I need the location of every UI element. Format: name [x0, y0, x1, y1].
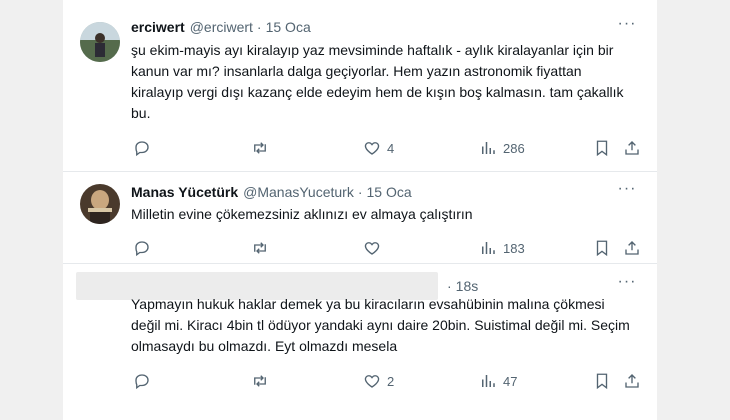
retweet-button[interactable]: [251, 370, 269, 392]
like-button[interactable]: 4: [363, 137, 394, 159]
tweet-manas-yuceturk[interactable]: Manas Yücetürk @ManasYuceturk · 15 Oca ·…: [63, 172, 657, 264]
bookmark-button[interactable]: [593, 237, 611, 259]
bookmark-icon: [596, 240, 608, 257]
heart-icon: [364, 142, 380, 155]
avatar-manas-yuceturk[interactable]: [80, 184, 120, 224]
views-icon: [482, 375, 495, 387]
tweet-header: Manas Yücetürk @ManasYuceturk · 15 Oca: [131, 182, 412, 202]
reply-button[interactable]: [133, 237, 151, 259]
view-count: 286: [503, 140, 525, 156]
tweet-actions: 183: [123, 237, 643, 259]
like-count: 4: [387, 140, 395, 156]
separator-dot: ·: [256, 19, 262, 35]
tweet-text: Milletin evine çökemezsiniz aklınızı ev …: [131, 206, 473, 222]
share-button[interactable]: [623, 370, 641, 392]
more-options-icon[interactable]: ···: [617, 274, 637, 295]
tweet-header: erciwert @erciwert · 15 Oca: [131, 17, 311, 37]
more-options-icon[interactable]: ···: [617, 181, 637, 202]
reply-icon: [135, 241, 149, 257]
heart-icon: [364, 242, 380, 255]
view-count: 47: [503, 373, 518, 389]
retweet-icon: [254, 375, 266, 387]
timestamp[interactable]: 15 Oca: [266, 19, 311, 35]
views-button[interactable]: 183: [479, 237, 525, 259]
reply-button[interactable]: [133, 370, 151, 392]
reply-icon: [135, 141, 149, 157]
tweet-header: · 18s: [443, 276, 478, 296]
views-icon: [482, 142, 495, 154]
bookmark-icon: [596, 140, 608, 157]
retweet-button[interactable]: [251, 137, 269, 159]
like-button[interactable]: [363, 237, 381, 259]
reply-icon: [135, 374, 149, 390]
share-icon: [625, 241, 639, 255]
view-count: 183: [503, 240, 525, 256]
tweet-actions: 4 286: [123, 137, 643, 159]
reply-button[interactable]: [133, 137, 151, 159]
timestamp[interactable]: 18s: [456, 278, 479, 294]
bookmark-button[interactable]: [593, 370, 611, 392]
retweet-icon: [254, 142, 266, 154]
display-name[interactable]: Manas Yücetürk: [131, 184, 238, 200]
user-handle[interactable]: @ManasYuceturk: [243, 184, 354, 200]
bookmark-button[interactable]: [593, 137, 611, 159]
timestamp[interactable]: 15 Oca: [367, 184, 412, 200]
share-button[interactable]: [623, 237, 641, 259]
tweet-erciwert[interactable]: erciwert @erciwert · 15 Oca ··· şu ekim-…: [63, 0, 657, 172]
share-button[interactable]: [623, 137, 641, 159]
like-button[interactable]: 2: [363, 370, 394, 392]
heart-icon: [364, 375, 380, 388]
separator-dot: ·: [357, 184, 363, 200]
display-name[interactable]: erciwert: [131, 19, 185, 35]
bookmark-icon: [596, 373, 608, 390]
views-button[interactable]: 286: [479, 137, 525, 159]
share-icon: [625, 141, 639, 155]
avatar-erciwert[interactable]: [80, 22, 120, 62]
tweet-actions: 2 47: [123, 370, 643, 392]
share-icon: [625, 374, 639, 388]
separator-dot: ·: [447, 278, 452, 294]
tweet-redacted-author[interactable]: · 18s ··· Yapmayın hukuk haklar demek ya…: [63, 264, 657, 420]
like-count: 2: [387, 373, 395, 389]
tweet-text: şu ekim-mayis ayı kiralayıp yaz mevsimin…: [131, 42, 624, 121]
tweet-thread: erciwert @erciwert · 15 Oca ··· şu ekim-…: [63, 0, 657, 420]
retweet-icon: [254, 242, 266, 254]
tweet-text: Yapmayın hukuk haklar demek ya bu kiracı…: [131, 296, 630, 354]
views-button[interactable]: 47: [479, 370, 517, 392]
more-options-icon[interactable]: ···: [617, 16, 637, 37]
retweet-button[interactable]: [251, 237, 269, 259]
user-handle[interactable]: @erciwert: [190, 19, 253, 35]
views-icon: [482, 242, 495, 254]
